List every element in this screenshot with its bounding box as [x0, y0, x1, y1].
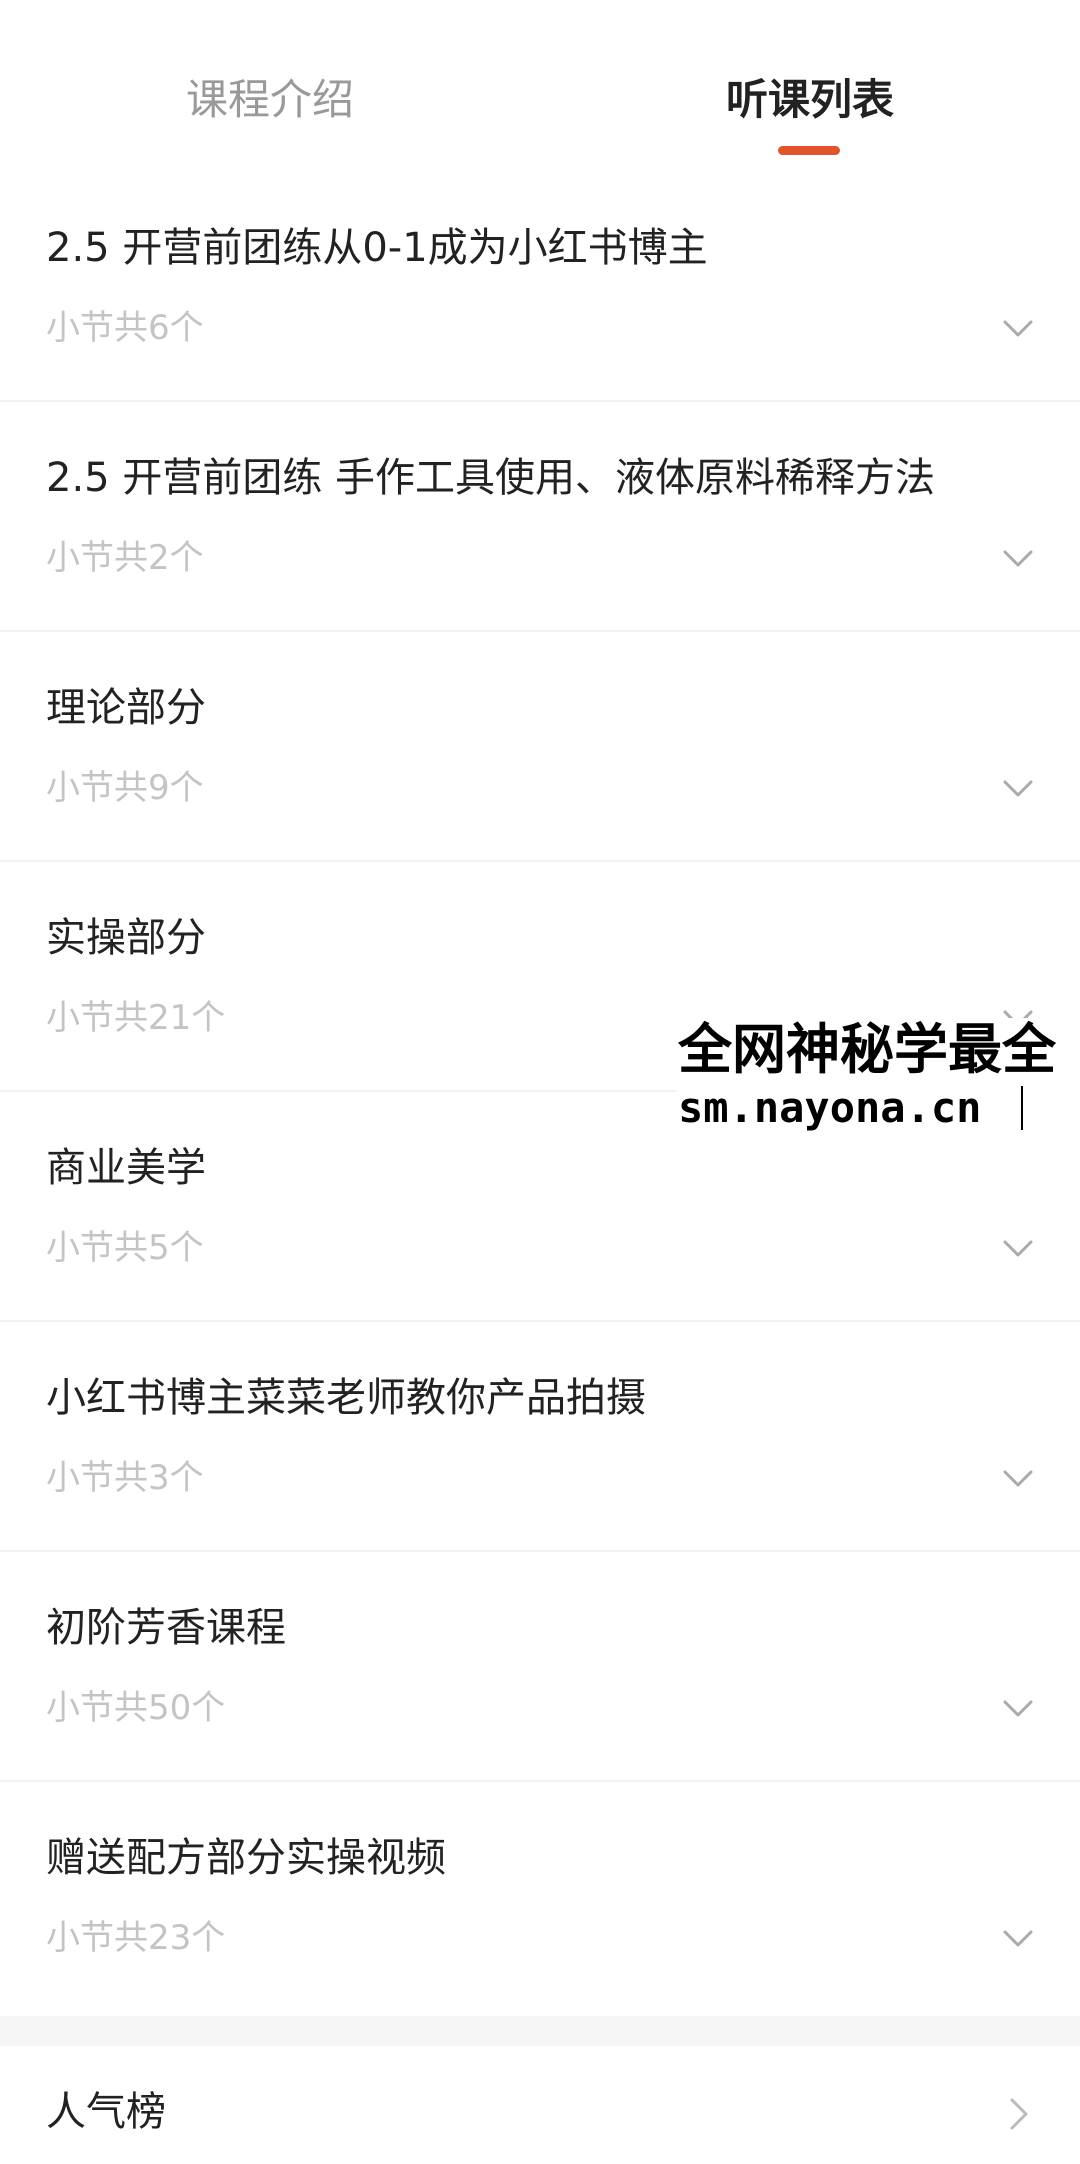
chapter-lesson-count: 小节共50个 — [46, 1688, 226, 1728]
active-tab-indicator — [778, 146, 840, 155]
chapter-title: 初阶芳香课程 — [46, 1605, 286, 1651]
tab-course-intro[interactable]: 课程介绍 — [150, 70, 390, 130]
chapter-title: 2.5 开营前团练 手作工具使用、液体原料稀释方法 — [46, 455, 936, 501]
watermark-url: sm.nayona.cn — [678, 1083, 982, 1132]
chapter-lesson-count: 小节共5个 — [46, 1228, 204, 1268]
chapter-lesson-count: 小节共21个 — [46, 998, 226, 1038]
chapter-title: 商业美学 — [46, 1145, 206, 1191]
tab-bar: 课程介绍 听课列表 — [0, 0, 1080, 172]
chapter-lesson-count: 小节共9个 — [46, 768, 204, 808]
chevron-down-icon[interactable] — [1000, 310, 1036, 346]
popular-ranking-label: 人气榜 — [46, 2089, 166, 2135]
chapter-title: 理论部分 — [46, 685, 206, 731]
chapter-lesson-count: 小节共2个 — [46, 538, 204, 578]
chevron-down-icon[interactable] — [1000, 1920, 1036, 1956]
chapter-title: 2.5 开营前团练从0-1成为小红书博主 — [46, 225, 708, 271]
watermark-title: 全网神秘学最全 — [678, 1018, 1056, 1081]
tab-lesson-list[interactable]: 听课列表 — [690, 70, 930, 130]
chevron-down-icon[interactable] — [1000, 540, 1036, 576]
chapter-row[interactable]: 初阶芳香课程 小节共50个 — [0, 1552, 1080, 1782]
watermark: 全网神秘学最全 sm.nayona.cn — [676, 1018, 1080, 1136]
chapter-title: 赠送配方部分实操视频 — [46, 1835, 446, 1881]
popular-ranking-row[interactable]: 人气榜 — [0, 2046, 1080, 2164]
chevron-right-icon — [1010, 2098, 1028, 2130]
chapter-row[interactable]: 赠送配方部分实操视频 小节共23个 — [0, 1782, 1080, 2012]
chevron-down-icon[interactable] — [1000, 1230, 1036, 1266]
chapter-title: 实操部分 — [46, 915, 206, 961]
section-divider — [0, 2016, 1080, 2046]
chapter-row[interactable]: 2.5 开营前团练 手作工具使用、液体原料稀释方法 小节共2个 — [0, 402, 1080, 632]
chapter-row[interactable]: 理论部分 小节共9个 — [0, 632, 1080, 862]
chapter-lesson-count: 小节共23个 — [46, 1918, 226, 1958]
chapter-row[interactable]: 小红书博主菜菜老师教你产品拍摄 小节共3个 — [0, 1322, 1080, 1552]
chevron-down-icon[interactable] — [1000, 770, 1036, 806]
text-cursor — [1021, 1086, 1023, 1130]
chapter-title: 小红书博主菜菜老师教你产品拍摄 — [46, 1375, 646, 1421]
chapter-lesson-count: 小节共6个 — [46, 308, 204, 348]
chevron-down-icon[interactable] — [1000, 1690, 1036, 1726]
chapter-lesson-count: 小节共3个 — [46, 1458, 204, 1498]
chevron-down-icon[interactable] — [1000, 1460, 1036, 1496]
chapter-row[interactable]: 2.5 开营前团练从0-1成为小红书博主 小节共6个 — [0, 172, 1080, 402]
